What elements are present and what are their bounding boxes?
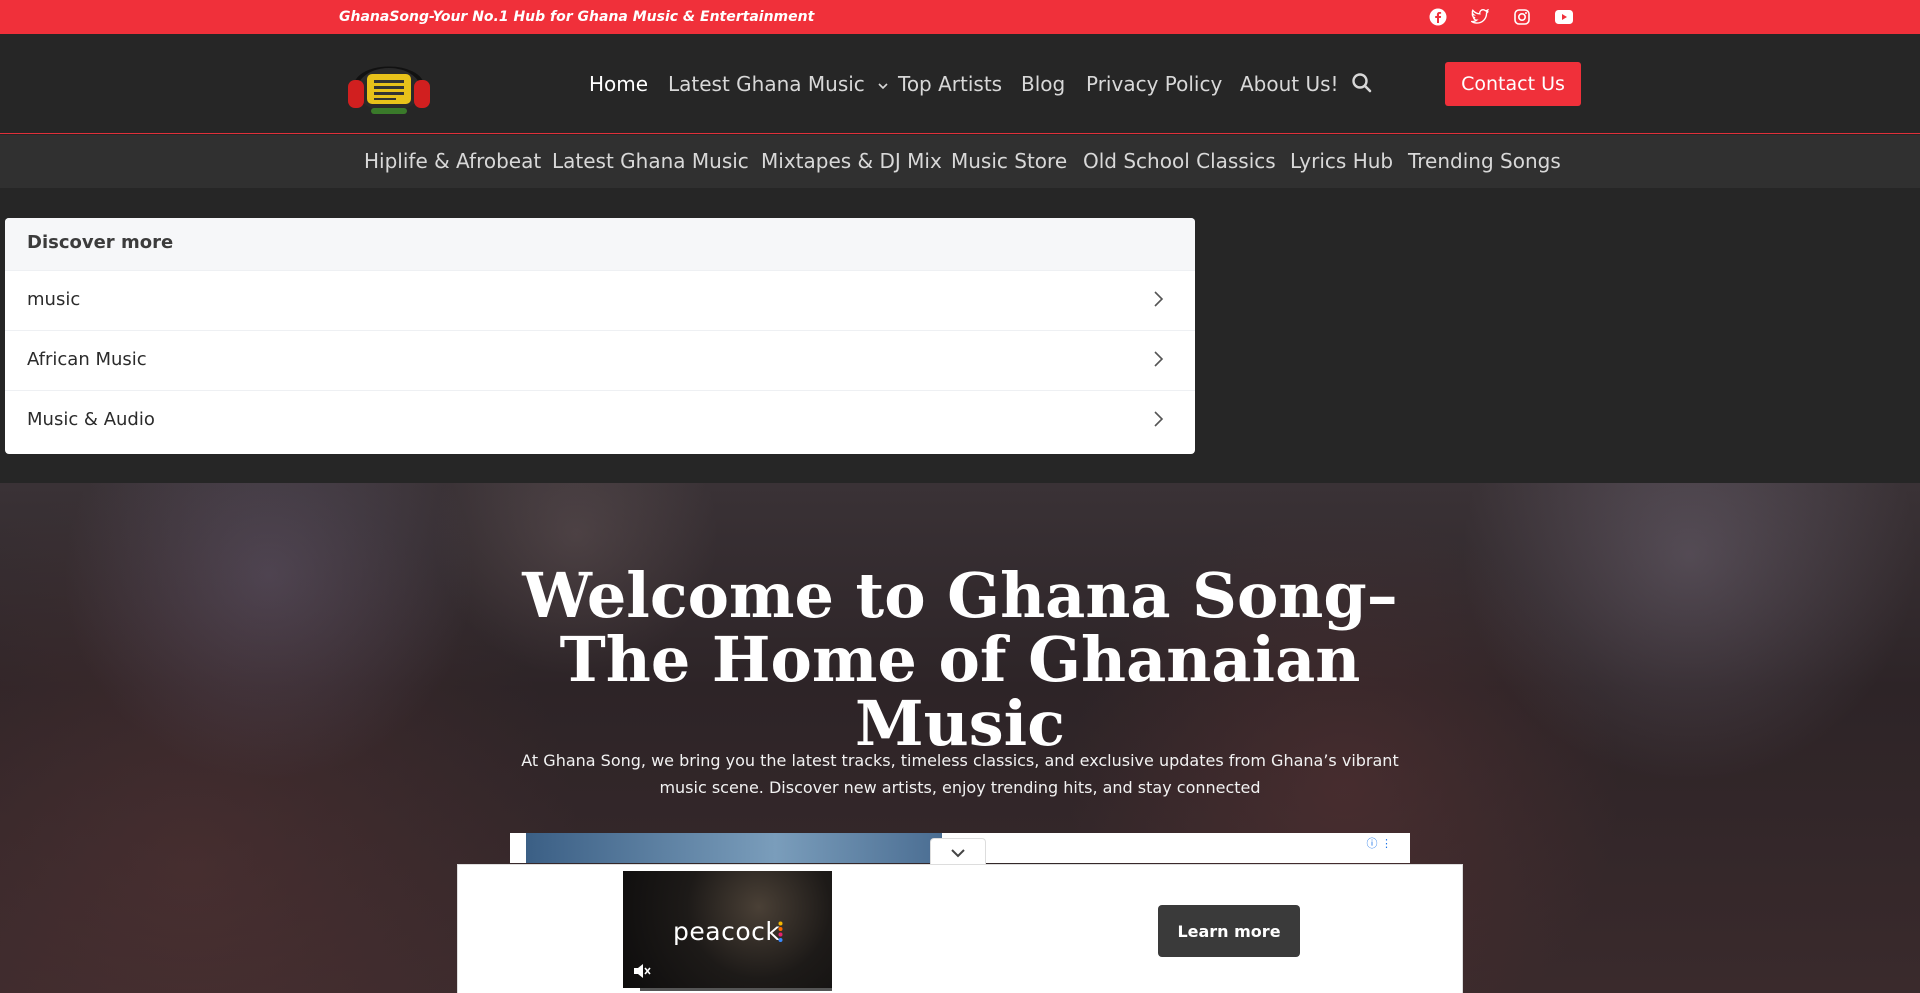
nav-privacy-policy[interactable]: Privacy Policy <box>1086 72 1222 96</box>
learn-more-button[interactable]: Learn more <box>1158 905 1300 957</box>
chevron-down-icon <box>951 848 965 857</box>
discover-item-label: music <box>27 289 81 310</box>
chevron-right-icon <box>1154 351 1164 367</box>
sticky-ad-bar: peacock Learn more <box>457 864 1463 993</box>
search-icon[interactable] <box>1351 72 1373 94</box>
ad-collapse-button[interactable] <box>930 838 986 866</box>
chevron-down-icon <box>878 82 888 89</box>
chevron-right-icon <box>1154 411 1164 427</box>
discover-item-label: African Music <box>27 349 147 370</box>
discover-item-african-music[interactable]: African Music <box>5 330 1195 390</box>
subnav-item-trending-songs[interactable]: Trending Songs <box>1408 149 1561 173</box>
nav-top-artists[interactable]: Top Artists <box>898 72 1002 96</box>
ad-progress-bar <box>623 988 832 991</box>
twitter-icon[interactable] <box>1470 7 1490 27</box>
site-tagline: GhanaSong-Your No.1 Hub for Ghana Music … <box>339 9 815 25</box>
nav-home[interactable]: Home <box>589 72 648 96</box>
ad-progress-fill <box>623 988 640 991</box>
discover-item-music[interactable]: music <box>5 270 1195 330</box>
subnav-item-music-store[interactable]: Music Store <box>951 149 1067 173</box>
ad-brand: peacock <box>673 917 781 946</box>
subnav-item-lyrics-hub[interactable]: Lyrics Hub <box>1290 149 1393 173</box>
secondary-nav: Hiplife & Afrobeat Latest Ghana Music Mi… <box>0 135 1920 188</box>
subnav-item-old-school-classics[interactable]: Old School Classics <box>1083 149 1276 173</box>
subnav-item-latest-ghana-music[interactable]: Latest Ghana Music <box>552 149 749 173</box>
instagram-icon[interactable] <box>1512 7 1532 27</box>
subnav-item-hiplife-afrobeat[interactable]: Hiplife & Afrobeat <box>364 149 541 173</box>
hero-description: At Ghana Song, we bring you the latest t… <box>521 751 1399 797</box>
chevron-right-icon <box>1154 291 1164 307</box>
top-bar: GhanaSong-Your No.1 Hub for Ghana Music … <box>0 0 1920 34</box>
ad-thumbnail <box>526 833 942 863</box>
discover-more-panel: Discover more music African Music Music … <box>5 218 1195 454</box>
youtube-icon[interactable] <box>1554 7 1574 27</box>
discover-item-label: Music & Audio <box>27 409 155 430</box>
ad-info-icon[interactable]: ⓘ ⋮ <box>1367 835 1393 851</box>
brand-dots-icon <box>778 921 783 942</box>
discover-more-heading: Discover more <box>5 218 1195 270</box>
discover-item-music-audio[interactable]: Music & Audio <box>5 390 1195 450</box>
contact-us-button[interactable]: Contact Us <box>1445 62 1581 106</box>
hero-title: Welcome to Ghana Song– The Home of Ghana… <box>522 559 1398 760</box>
mute-icon[interactable] <box>631 961 651 981</box>
site-header: Home Latest Ghana Music Top Artists Blog… <box>0 34 1920 134</box>
nav-latest-ghana-music[interactable]: Latest Ghana Music <box>668 72 889 96</box>
facebook-icon[interactable] <box>1428 7 1448 27</box>
nav-about-us[interactable]: About Us! <box>1240 72 1339 96</box>
subnav-item-mixtapes-dj-mix[interactable]: Mixtapes & DJ Mix <box>761 149 942 173</box>
nav-blog[interactable]: Blog <box>1021 72 1065 96</box>
ad-video[interactable]: peacock <box>623 871 832 991</box>
site-logo[interactable] <box>345 50 433 118</box>
nav-latest-ghana-music-label: Latest Ghana Music <box>668 72 865 96</box>
